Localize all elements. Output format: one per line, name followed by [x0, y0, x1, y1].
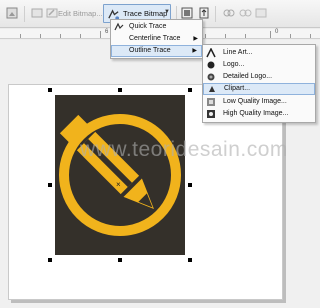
- ruler-tick: [290, 34, 291, 38]
- menu-item-line-art[interactable]: Line Art...: [203, 47, 315, 59]
- menu-item-low-quality-image[interactable]: Low Quality Image...: [203, 96, 315, 108]
- menu-item-label: High Quality Image...: [223, 110, 289, 117]
- ruler-tick: [100, 31, 101, 38]
- ruler-tick: [60, 34, 61, 38]
- menu-item-outline-trace[interactable]: Outline Trace ▶: [111, 45, 202, 57]
- selection-handle[interactable]: [188, 258, 192, 262]
- menu-item-label: Outline Trace: [129, 47, 171, 54]
- menu-item-label: Clipart...: [224, 85, 251, 92]
- outline-trace-submenu: Line Art... Logo... Detailed Logo... Cli…: [202, 44, 316, 123]
- toolbar-separator: [24, 6, 25, 22]
- logo-icon: [207, 61, 215, 69]
- edit-bitmap-icon[interactable]: [45, 6, 59, 20]
- ruler-tick: [245, 34, 246, 38]
- ruler-tick: [270, 31, 271, 38]
- clipart-icon: [209, 86, 215, 92]
- menu-item-label: Logo...: [223, 61, 245, 68]
- line-art-icon: [206, 48, 216, 58]
- menu-item-label: Low Quality Image...: [223, 98, 287, 105]
- bitmap-color-mask-icon[interactable]: [180, 6, 194, 20]
- high-quality-image-icon: [207, 110, 215, 118]
- submenu-arrow-icon: ▶: [192, 48, 197, 54]
- ruler-tick: [310, 34, 311, 38]
- menu-item-label: Detailed Logo...: [223, 73, 273, 80]
- resample-icon[interactable]: [197, 6, 211, 20]
- menu-item-detailed-logo[interactable]: Detailed Logo...: [203, 71, 315, 83]
- ruler-tick: [205, 34, 206, 38]
- menu-item-label: Quick Trace: [129, 23, 167, 30]
- trace-bitmap-menu: Quick Trace Centerline Trace ▶ Outline T…: [110, 19, 203, 59]
- menu-item-centerline-trace[interactable]: Centerline Trace ▶: [111, 33, 202, 45]
- unlink-bitmap-icon[interactable]: [238, 6, 252, 20]
- menu-item-label: Centerline Trace: [129, 35, 181, 42]
- ruler-tick: [225, 34, 226, 38]
- edit-bitmap-button[interactable]: Edit Bitmap...: [58, 9, 103, 18]
- submenu-arrow-icon: ▶: [193, 36, 198, 42]
- selection-handle[interactable]: [118, 88, 122, 92]
- menu-item-logo[interactable]: Logo...: [203, 59, 315, 71]
- detailed-logo-icon: [207, 73, 215, 81]
- selection-handle[interactable]: [48, 88, 52, 92]
- selected-bitmap[interactable]: [55, 95, 185, 255]
- quick-trace-icon: [114, 22, 124, 31]
- selection-handle[interactable]: [118, 258, 122, 262]
- reset-image-icon[interactable]: [30, 6, 44, 20]
- selection-handle[interactable]: [188, 88, 192, 92]
- center-marker-icon: ×: [116, 180, 121, 189]
- menu-item-clipart[interactable]: Clipart...: [203, 83, 315, 95]
- pencil-logo-image: [59, 114, 181, 236]
- menu-item-label: Line Art...: [223, 49, 253, 56]
- menu-item-high-quality-image[interactable]: High Quality Image...: [203, 108, 315, 120]
- low-quality-image-icon: [207, 98, 215, 106]
- chevron-down-icon: ▼: [164, 9, 170, 15]
- selection-handle[interactable]: [48, 258, 52, 262]
- ruler-tick: [40, 34, 41, 38]
- selection-handle[interactable]: [188, 183, 192, 187]
- ruler-mark: 6: [105, 29, 109, 35]
- trace-bitmap-label: Trace Bitmap: [123, 9, 168, 18]
- toolbar-separator: [215, 6, 216, 22]
- ruler-mark: 0: [275, 29, 279, 35]
- crop-bitmap-icon[interactable]: [5, 6, 19, 20]
- ruler-tick: [20, 34, 21, 38]
- link-bitmap-icon[interactable]: [222, 6, 236, 20]
- selection-handle[interactable]: [48, 183, 52, 187]
- ruler-tick: [80, 34, 81, 38]
- update-link-icon[interactable]: [254, 6, 268, 20]
- watermark-text: www.teoridesain.com: [80, 138, 288, 161]
- menu-item-quick-trace[interactable]: Quick Trace: [111, 21, 202, 33]
